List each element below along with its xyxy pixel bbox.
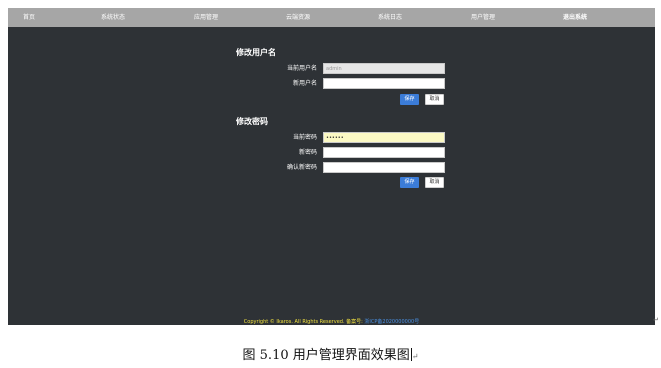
new-password-label: 新密码 xyxy=(298,149,317,156)
confirm-password-label: 确认新密码 xyxy=(286,164,317,171)
paragraph-mark-icon: ↵ xyxy=(653,316,659,324)
nav-logout[interactable]: 退出系统 xyxy=(563,8,587,27)
current-username-label: 当前用户名 xyxy=(286,65,317,72)
save-password-button[interactable]: 保存 xyxy=(400,177,419,188)
cancel-username-button[interactable]: 取消 xyxy=(425,94,444,105)
nav-app-management[interactable]: 应用管理 xyxy=(194,8,218,27)
confirm-password-field[interactable] xyxy=(323,162,445,173)
new-username-field[interactable] xyxy=(323,78,445,89)
paragraph-mark-icon-caption: ↵ xyxy=(411,352,419,361)
nav-system-status[interactable]: 系统状态 xyxy=(101,8,125,27)
footer-copyright: Copyright © Ikaros. All Rights Reserved.… xyxy=(243,319,363,325)
nav-home[interactable]: 首页 xyxy=(23,8,35,27)
icp-link[interactable]: 浙ICP备2020000000号 xyxy=(364,319,419,325)
current-password-field[interactable] xyxy=(323,132,445,143)
change-password-title: 修改密码 xyxy=(236,117,268,126)
current-password-label: 当前密码 xyxy=(292,134,317,141)
figure-caption-text: 图 5.10 用户管理界面效果图 xyxy=(242,348,410,363)
cancel-password-button[interactable]: 取消 xyxy=(425,177,444,188)
change-username-title: 修改用户名 xyxy=(236,48,276,57)
nav-cloud-resources[interactable]: 云端资源 xyxy=(286,8,310,27)
admin-app-window: 首页 系统状态 应用管理 云端资源 系统日志 用户管理 退出系统 修改用户名 当… xyxy=(8,8,655,325)
nav-user-management[interactable]: 用户管理 xyxy=(471,8,495,27)
nav-system-logs[interactable]: 系统日志 xyxy=(378,8,402,27)
figure-caption: 图 5.10 用户管理界面效果图 ↵ xyxy=(0,344,661,363)
top-nav-bar: 首页 系统状态 应用管理 云端资源 系统日志 用户管理 退出系统 xyxy=(8,8,655,27)
new-password-field[interactable] xyxy=(323,147,445,158)
save-username-button[interactable]: 保存 xyxy=(400,94,419,105)
current-username-field xyxy=(323,63,445,74)
new-username-label: 新用户名 xyxy=(292,80,317,87)
page-footer: Copyright © Ikaros. All Rights Reserved.… xyxy=(8,318,655,325)
